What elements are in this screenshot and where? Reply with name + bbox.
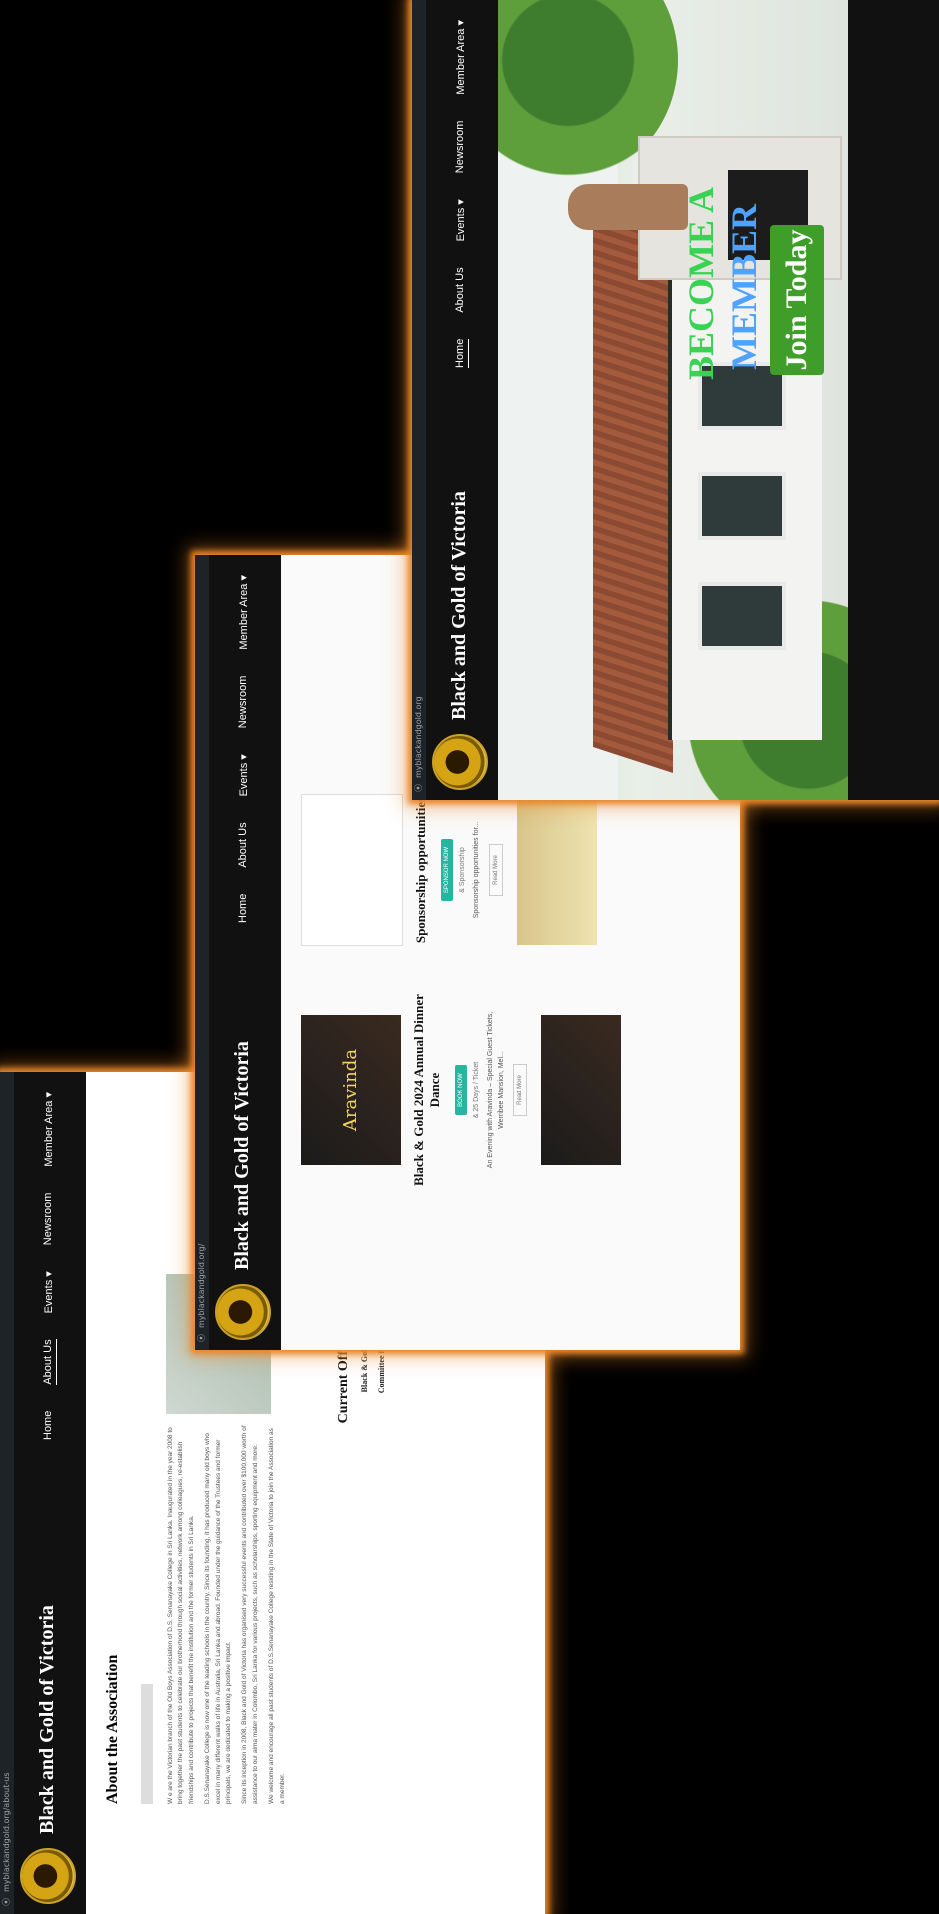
lock-icon: ⦿ [414,784,423,792]
sponsorship-document[interactable] [301,794,403,946]
about-paragraph: W e are the Victorian branch of the Old … [167,1427,195,1804]
url-text: myblackandgold.org/about-us [2,1772,11,1892]
window [698,472,786,540]
window [698,582,786,650]
nav-home[interactable]: Home [454,338,469,368]
site-header: Black and Gold of Victoria Home About Us… [209,555,281,1350]
home-window: ⦿ myblackandgold.org Black and Gold of V… [412,0,939,800]
event-title[interactable]: Sponsorship opportunities [413,770,429,970]
read-more-button[interactable]: Read More [513,1064,527,1116]
screenshot-collage: ⦿ myblackandgold.org/about-us Black and … [0,0,939,1914]
lock-icon: ⦿ [197,1334,206,1342]
statue [568,184,688,230]
event-poster[interactable]: Aravinda [301,1015,401,1165]
nav-home[interactable]: Home [42,1411,57,1440]
lock-icon: ⦿ [2,1898,11,1906]
event-card: Sponsorship opportunities SPONSOR NOW & … [301,770,597,970]
nav-member-area[interactable]: Member Area ▾ [42,1092,57,1167]
school-crest-logo[interactable] [432,734,488,790]
site-title[interactable]: Black and Gold of Victoria [36,1605,59,1834]
main-nav: Home About Us Events ▾ Newsroom Member A… [454,20,469,368]
address-bar[interactable]: ⦿ myblackandgold.org [412,0,426,800]
event-meta: & Sponsorship [459,847,466,893]
nav-about[interactable]: About Us [237,822,250,867]
school-crest-banner [516,795,597,945]
url-text: myblackandgold.org [414,696,423,778]
school-crest-logo[interactable] [20,1848,76,1904]
nav-newsroom[interactable]: Newsroom [454,121,469,174]
about-heading: About the Association [104,1654,121,1804]
nav-member-area[interactable]: Member Area ▾ [237,575,250,650]
read-more-button[interactable]: Read More [488,844,503,896]
main-nav: Home About Us Events ▾ Newsroom Member A… [237,575,250,923]
nav-events[interactable]: Events ▾ [42,1271,57,1313]
about-text: W e are the Victorian branch of the Old … [166,1424,294,1804]
hero-banner: BECOME A MEMBER Join Today [498,0,848,800]
address-bar[interactable]: ⦿ myblackandgold.org/about-us [0,1072,14,1914]
address-bar[interactable]: ⦿ myblackandgold.org/ [195,555,209,1350]
nav-newsroom[interactable]: Newsroom [237,676,250,729]
event-description: An Evening with Aravinda – Special Guest… [487,1011,505,1169]
placeholder-bar [141,1684,153,1804]
about-paragraph: D.S.Senanayake College is now one of the… [204,1433,232,1804]
nav-about[interactable]: About Us [42,1339,57,1385]
nav-about[interactable]: About Us [454,267,469,312]
main-nav: Home About Us Events ▾ Newsroom Member A… [42,1092,57,1440]
book-now-button[interactable]: BOOK NOW [455,1065,467,1115]
site-header: Black and Gold of Victoria Home About Us… [426,0,498,800]
site-header: Black and Gold of Victoria Home About Us… [14,1072,86,1914]
nav-home[interactable]: Home [237,894,250,923]
url-text: myblackandgold.org/ [197,1243,206,1328]
nav-member-area[interactable]: Member Area ▾ [454,20,469,95]
about-paragraph: Since its inception in 2008, Black and G… [241,1425,259,1804]
nav-events[interactable]: Events ▾ [454,199,469,241]
nav-events[interactable]: Events ▾ [237,754,250,796]
event-title[interactable]: Black & Gold 2024 Annual Dinner Dance [411,990,443,1190]
about-paragraph: We welcome and encourage all past studen… [268,1428,286,1804]
event-poster-text: Aravinda [340,1048,361,1132]
event-poster[interactable] [541,1015,621,1165]
hero-subheadline: MEMBER [724,204,764,370]
site-title[interactable]: Black and Gold of Victoria [448,491,471,720]
sponsor-now-button[interactable]: SPONSOR NOW [441,838,453,902]
hero-headline: BECOME A [681,186,721,380]
school-crest-logo[interactable] [215,1284,271,1340]
event-description: Sponsorship opportunities for... [473,821,480,919]
event-meta: & 25 Days / Ticket [473,1061,480,1119]
event-card: Aravinda Black & Gold 2024 Annual Dinner… [301,990,621,1190]
join-today-button[interactable]: Join Today [770,225,824,375]
nav-newsroom[interactable]: Newsroom [42,1193,57,1246]
site-title[interactable]: Black and Gold of Victoria [231,1041,254,1270]
